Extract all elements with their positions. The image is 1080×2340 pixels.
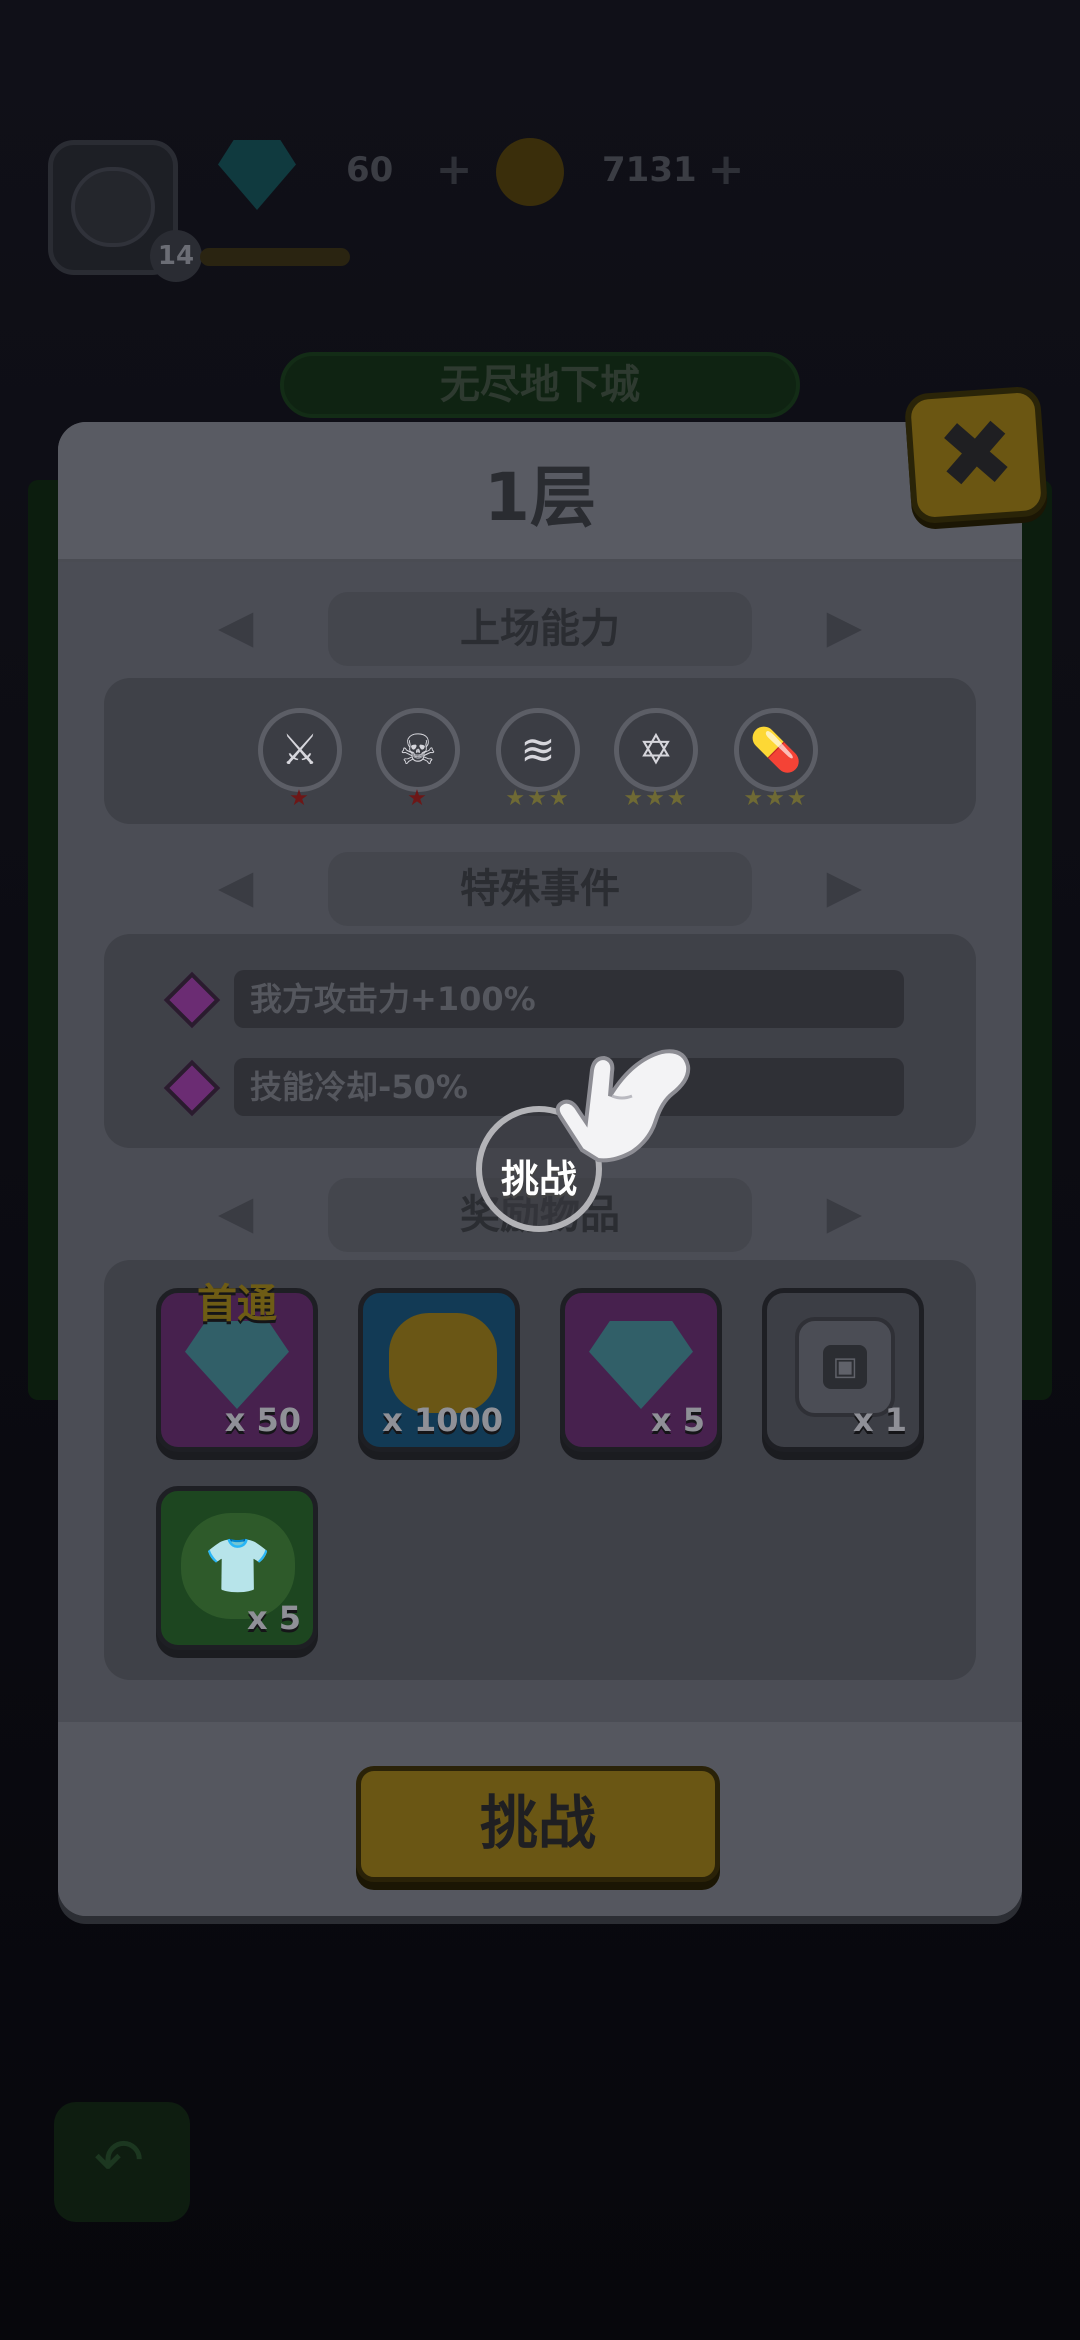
reward-item[interactable]: x 5 (560, 1288, 722, 1452)
ability-stars: ★ (289, 786, 311, 811)
ability-slot[interactable]: 💊 ★★★ (734, 708, 818, 811)
header-wing-left-icon: ◀ (218, 859, 254, 913)
add-coins-icon[interactable]: + (706, 148, 746, 192)
dungeon-title-banner: 无尽地下城 (280, 352, 800, 418)
back-arrow-icon: ↶ (93, 2126, 145, 2196)
header-wing-left-icon: ◀ (218, 1185, 254, 1239)
event-diamond-icon (163, 971, 221, 1029)
xp-bar (200, 248, 350, 266)
top-hud: 14 60 + 7131 + (0, 0, 1080, 300)
ability-slot[interactable]: ✡ ★★★ (614, 708, 698, 811)
popup-header: 1层 (58, 422, 1022, 562)
avatar-face-icon (71, 167, 155, 247)
ability-stars: ★ (407, 786, 429, 811)
coin-icon (496, 138, 564, 206)
header-wing-right-icon: ▶ (826, 599, 862, 653)
reward-quantity: x 50 (224, 1401, 301, 1439)
popup-title: 1层 (484, 459, 596, 536)
chip-core-icon: ▣ (823, 1345, 867, 1389)
pointing-hand-icon (555, 1049, 691, 1163)
first-clear-tag: 首通 (197, 1281, 277, 1327)
ability-tornado-icon: ≋ (496, 708, 580, 792)
event-row: 我方攻击力+100% (163, 970, 912, 1029)
close-icon: ✖ (933, 398, 1019, 511)
close-button[interactable]: ✖ (903, 385, 1049, 525)
reward-item[interactable]: ▣ x 1 (762, 1288, 924, 1452)
ability-sword-icon: ⚔ (258, 708, 342, 792)
ability-slot[interactable]: ⚔ ★ (258, 708, 342, 811)
events-section-title: 特殊事件 (328, 852, 752, 926)
add-gems-icon[interactable]: + (434, 148, 474, 192)
header-wing-right-icon: ▶ (826, 1185, 862, 1239)
ability-slot[interactable]: ☠ ★ (376, 708, 460, 811)
abilities-section-header: ◀ 上场能力 ▶ (218, 592, 862, 666)
ability-slot[interactable]: ≋ ★★★ (496, 708, 580, 811)
reward-quantity: x 1000 (382, 1401, 503, 1439)
ability-pill-icon: 💊 (734, 708, 818, 792)
header-wing-left-icon: ◀ (218, 599, 254, 653)
header-wing-right-icon: ▶ (826, 859, 862, 913)
player-level-badge: 14 (150, 230, 202, 282)
gem-count: 60 (346, 150, 394, 190)
gem-icon (185, 1321, 289, 1409)
challenge-button[interactable]: 挑战 (356, 1766, 720, 1882)
coin-icon (389, 1313, 497, 1413)
reward-item[interactable]: x 1000 (358, 1288, 520, 1452)
gem-icon (589, 1321, 693, 1409)
ability-stars: ★★★ (505, 786, 571, 811)
reward-quantity: x 1 (852, 1401, 907, 1439)
events-section-header: ◀ 特殊事件 ▶ (218, 852, 862, 926)
gem-icon (218, 140, 296, 210)
coin-count: 7131 (602, 150, 697, 190)
back-button[interactable]: ↶ (54, 2102, 190, 2222)
reward-quantity: x 5 (650, 1401, 705, 1439)
reward-item[interactable]: x 50 首通 (156, 1281, 318, 1452)
abilities-section-title: 上场能力 (328, 592, 752, 666)
event-diamond-icon (163, 1059, 221, 1117)
ability-stars: ★★★ (623, 786, 689, 811)
event-text: 我方攻击力+100% (234, 970, 904, 1028)
reward-quantity: x 5 (246, 1599, 301, 1637)
rewards-panel: x 50 首通 x 1000 x 5 ▣ x 1 👕 x 5 (104, 1260, 976, 1680)
ability-star-badge-icon: ✡ (614, 708, 698, 792)
reward-item[interactable]: 👕 x 5 (156, 1486, 318, 1650)
abilities-panel: ⚔ ★ ☠ ★ ≋ ★★★ ✡ ★★★ 💊 ★★★ (104, 678, 976, 824)
ability-stars: ★★★ (743, 786, 809, 811)
game-screen: 14 60 + 7131 + 无尽地下城 ↶ 1层 ◀ 上场能力 ▶ ⚔ ★ ☠… (0, 0, 1080, 2340)
ability-skull-icon: ☠ (376, 708, 460, 792)
